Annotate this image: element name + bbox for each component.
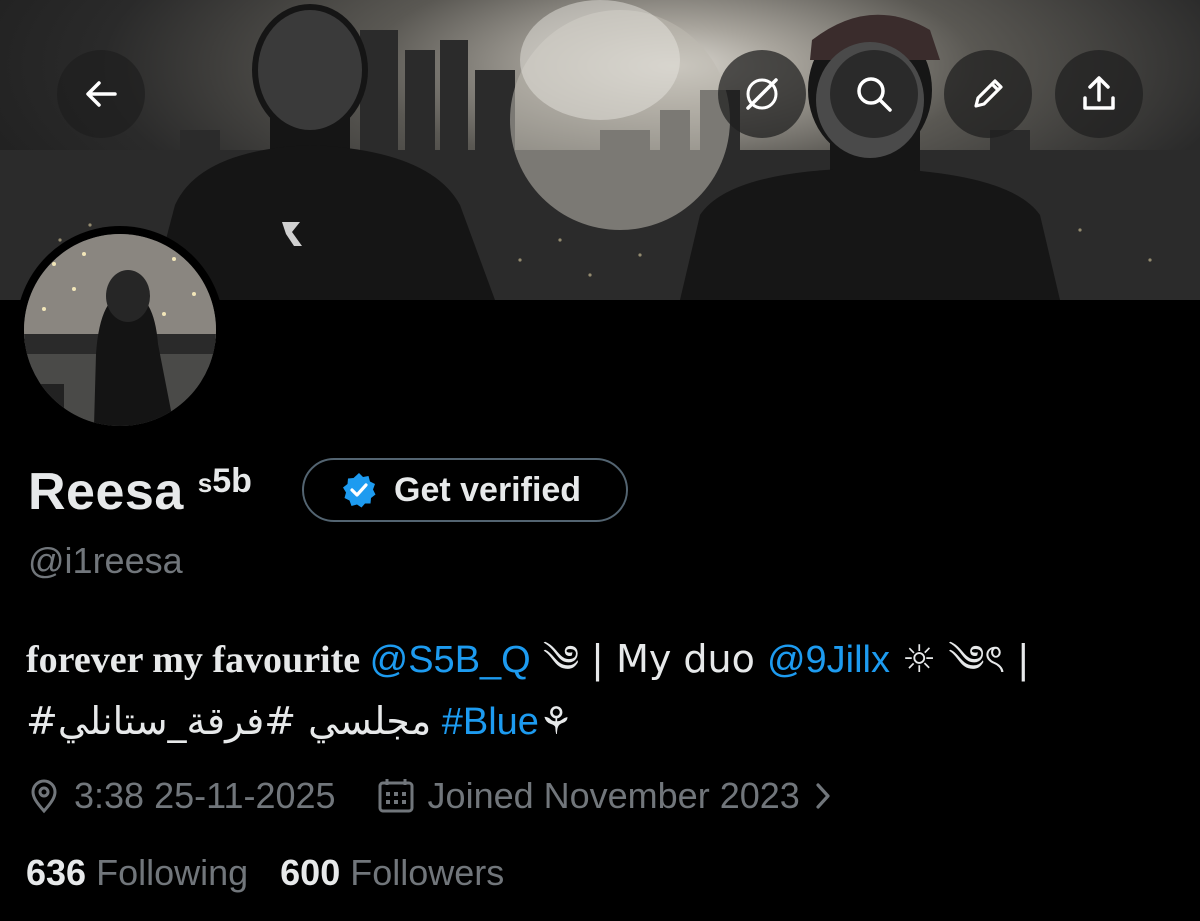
following-count[interactable]: 636 <box>26 852 86 894</box>
get-verified-button[interactable]: Get verified <box>302 458 628 522</box>
name-suffix-small: s <box>197 468 213 498</box>
display-name: Reesa <box>28 463 184 521</box>
user-handle: @i1reesa <box>28 540 183 581</box>
location-pin-icon <box>31 779 57 814</box>
bio-text: ⚘ <box>538 699 574 743</box>
followers-count[interactable]: 600 <box>280 852 340 894</box>
bio-text: ༄ | My duo <box>530 637 767 681</box>
verified-badge-icon <box>343 473 376 508</box>
name-suffix: s5b <box>198 462 252 501</box>
edit-button[interactable] <box>944 50 1032 138</box>
location-text: 3:38 25-11-2025 <box>74 775 336 816</box>
bio-text: #مجلسي #فرقة_ستانلي <box>26 699 432 743</box>
bio: forever my favourite @S5B_Q ༄ | My duo @… <box>26 628 1186 752</box>
arrow-left-icon <box>86 81 117 107</box>
avatar[interactable] <box>16 226 224 434</box>
get-verified-label: Get verified <box>394 470 582 509</box>
bio-line-1: forever my favourite @S5B_Q ༄ | My duo @… <box>26 628 1186 690</box>
back-button[interactable] <box>57 50 145 138</box>
profile-meta: 3:38 25-11-2025 Joined November 2023 <box>26 768 874 824</box>
name-suffix-large: 5b <box>212 462 252 500</box>
bio-text: forever my favourite <box>26 639 370 681</box>
joined-item[interactable]: Joined November 2023 <box>376 775 834 817</box>
bio-line-2: #مجلسي #فرقة_ستانلي #Blue⚘ <box>26 690 1186 752</box>
joined-text: Joined November 2023 <box>427 775 800 816</box>
hashtag-link[interactable]: #Blue <box>442 701 539 743</box>
name-row: Reesa s5b <box>28 456 252 528</box>
avatar-image <box>24 234 216 426</box>
grok-button[interactable] <box>718 50 806 138</box>
bio-text: ☼ ༄ৎ | <box>890 637 1030 681</box>
location-item: 3:38 25-11-2025 <box>26 775 336 817</box>
edit-pencil-icon <box>974 79 1003 108</box>
mention-link[interactable]: @S5B_Q <box>370 639 531 681</box>
share-button[interactable] <box>1055 50 1143 138</box>
grok-icon <box>746 78 778 110</box>
followers-label[interactable]: Followers <box>350 852 504 894</box>
chevron-right-icon <box>816 783 830 809</box>
search-button[interactable] <box>830 50 918 138</box>
following-label[interactable]: Following <box>96 852 248 894</box>
search-icon <box>857 77 892 112</box>
share-icon <box>1083 76 1115 110</box>
follow-stats: 636 Following 600 Followers <box>26 852 526 894</box>
mention-link[interactable]: @9Jillx <box>767 639 890 681</box>
calendar-icon <box>378 779 414 813</box>
